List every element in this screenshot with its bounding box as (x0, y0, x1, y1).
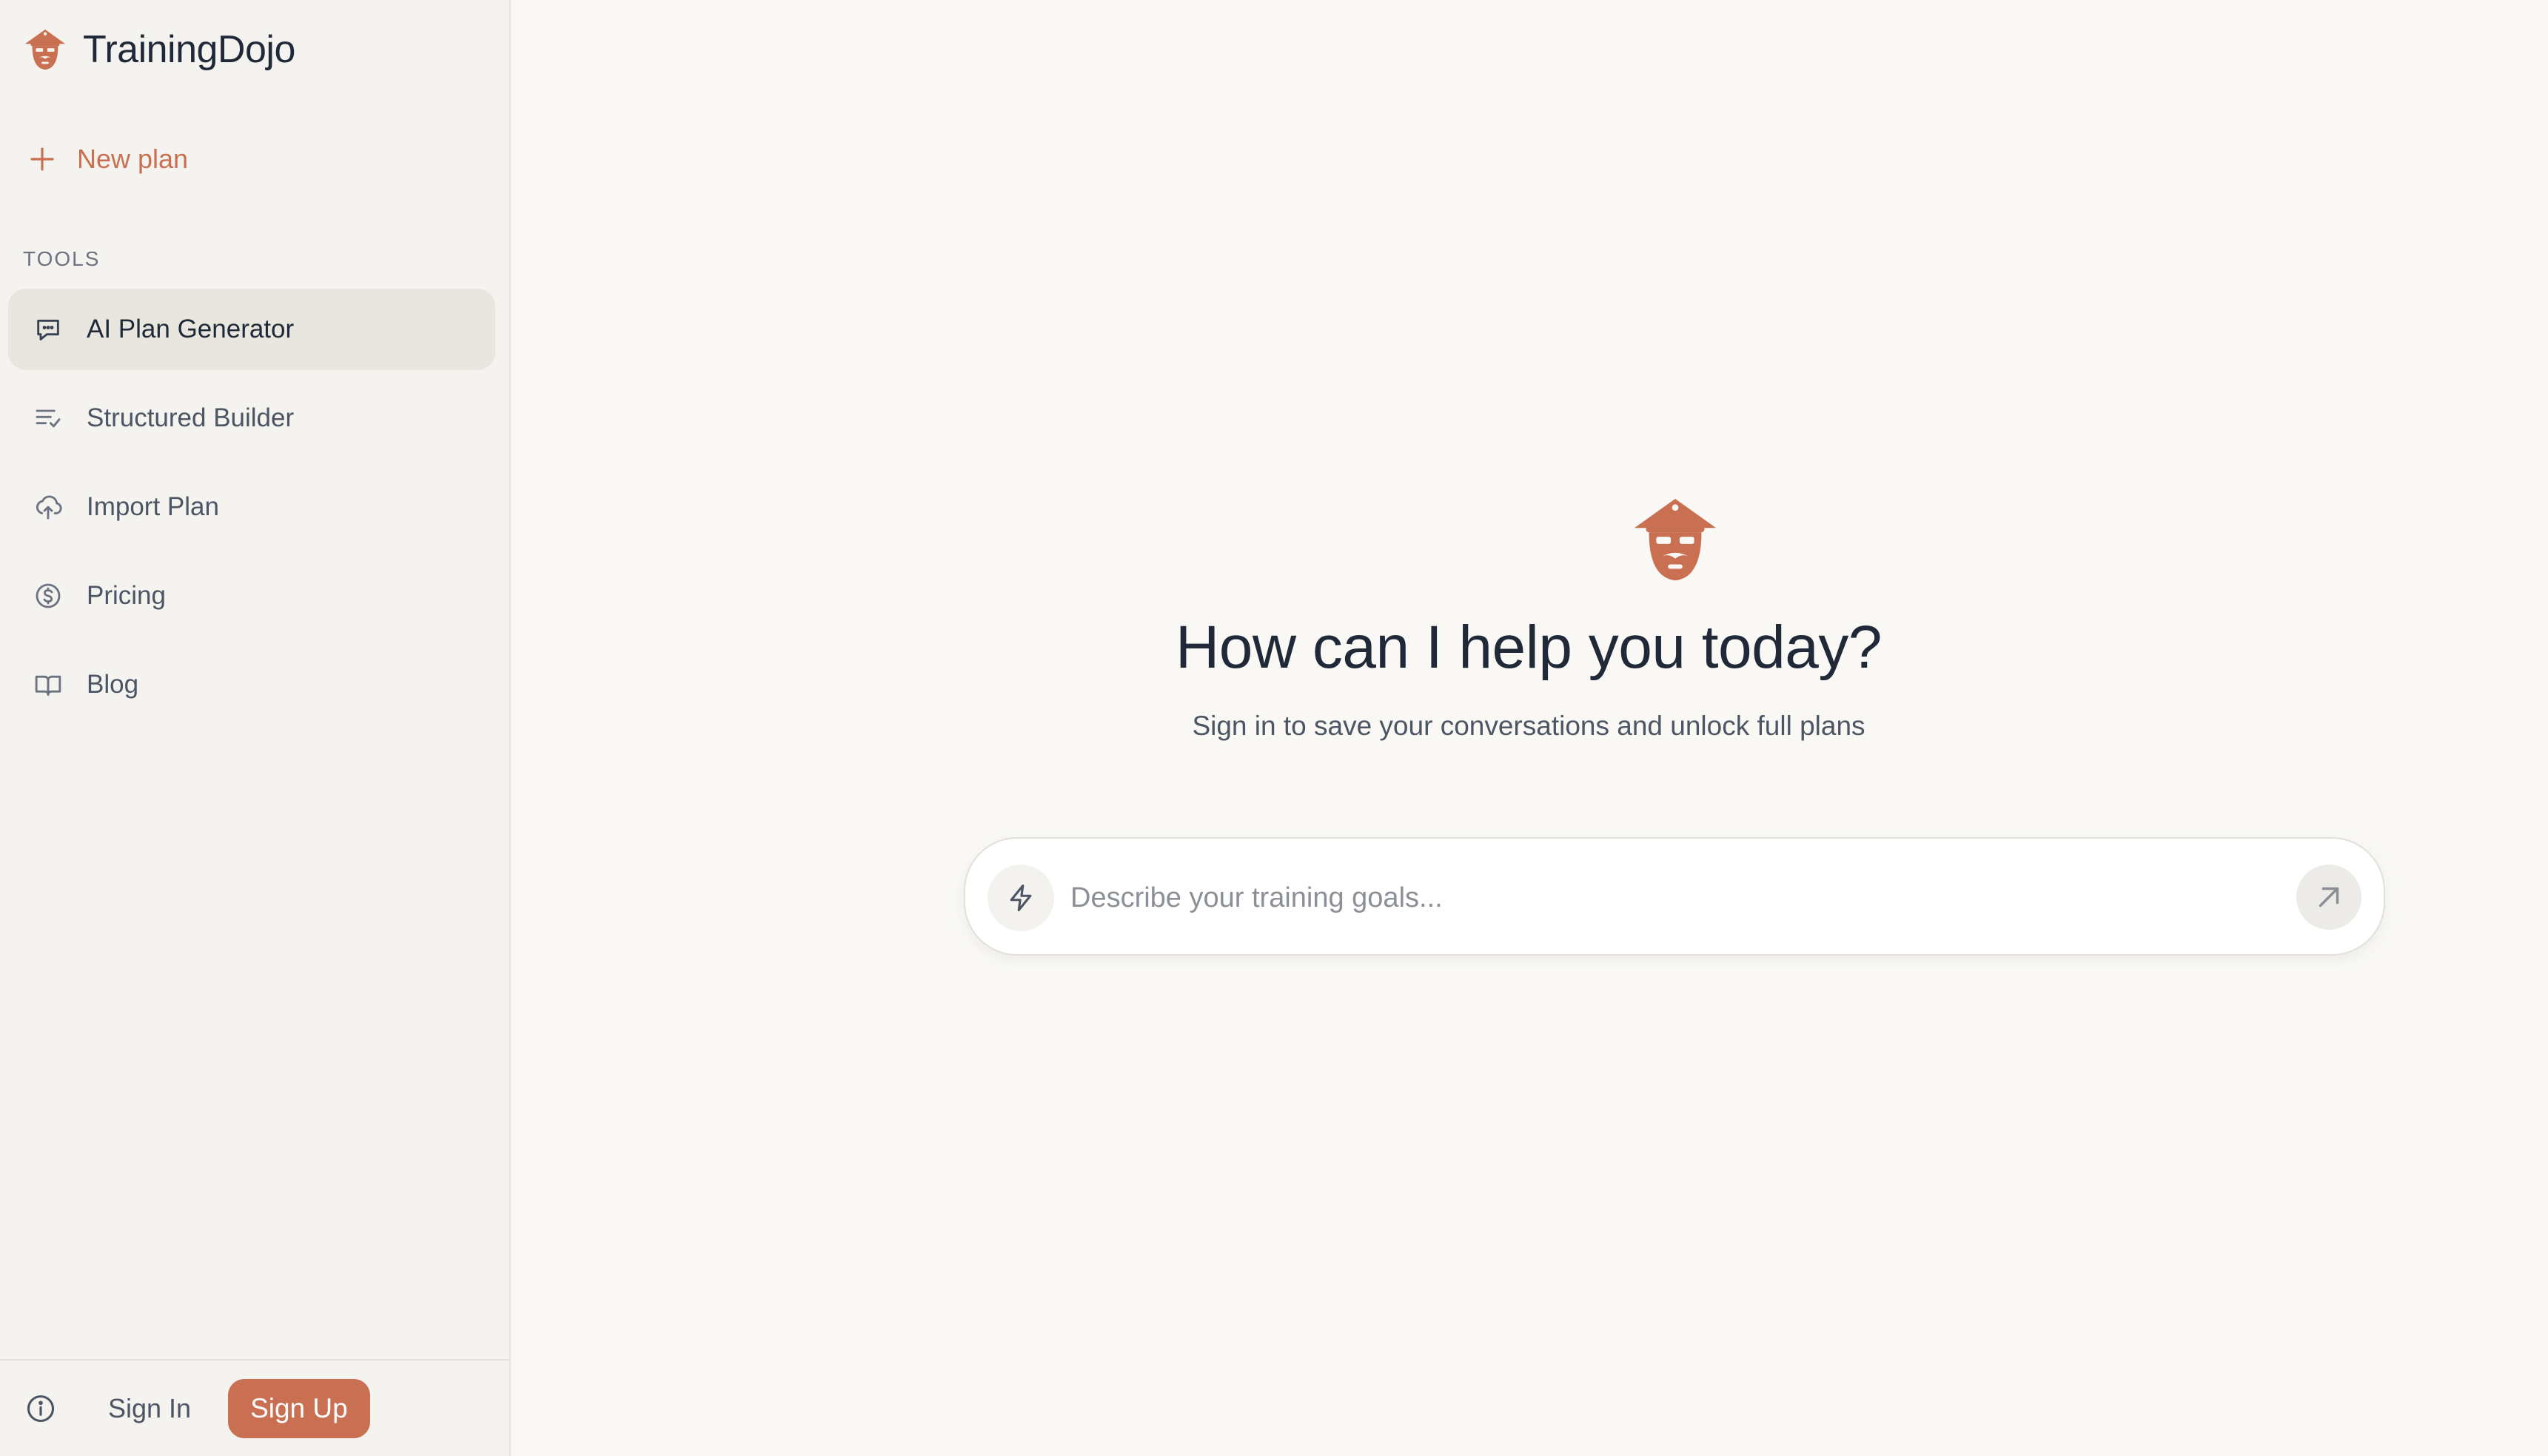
app-root: TrainingDojo New plan TOOLS AI Plan Gene… (0, 0, 2548, 1456)
new-plan-label: New plan (77, 144, 189, 174)
open-book-icon (32, 668, 64, 701)
sidebar-item-import-plan[interactable]: Import Plan (8, 466, 495, 548)
sidebar-item-label: AI Plan Generator (87, 315, 295, 343)
sidebar-item-label: Blog (87, 670, 139, 699)
cloud-upload-icon (32, 491, 64, 523)
tools-section-label: TOOLS (23, 247, 101, 270)
sidebar-item-blog[interactable]: Blog (8, 644, 495, 725)
info-button[interactable] (22, 1390, 59, 1427)
brand[interactable]: TrainingDojo (22, 24, 295, 76)
tools-nav: AI Plan Generator Structured Builder Imp… (8, 289, 495, 733)
page-subtitle: Sign in to save your conversations and u… (1192, 711, 1865, 741)
sign-in-button[interactable]: Sign In (108, 1393, 191, 1424)
dojo-master-hero-icon (1634, 498, 1717, 581)
chat-composer (964, 837, 2385, 956)
sidebar-footer: Sign In Sign Up (0, 1359, 509, 1456)
brand-name: TrainingDojo (83, 28, 295, 71)
plus-icon (30, 147, 54, 171)
list-check-icon (32, 402, 64, 435)
info-icon (27, 1395, 55, 1422)
dollar-circle-icon (32, 580, 64, 612)
sidebar-item-structured-builder[interactable]: Structured Builder (8, 378, 495, 459)
chat-bubble-icon (32, 313, 64, 346)
sidebar-item-ai-plan-generator[interactable]: AI Plan Generator (8, 289, 495, 370)
sidebar-item-label: Structured Builder (87, 403, 295, 432)
sign-up-button[interactable]: Sign Up (228, 1378, 370, 1438)
main-content: How can I help you today? Sign in to sav… (511, 0, 2548, 1456)
arrow-up-right-icon (2319, 887, 2339, 908)
sidebar-item-pricing[interactable]: Pricing (8, 555, 495, 637)
new-plan-button[interactable]: New plan (27, 133, 188, 185)
sidebar-item-label: Import Plan (87, 492, 219, 521)
mode-button[interactable] (988, 865, 1054, 931)
send-button[interactable] (2296, 865, 2361, 930)
sidebar: TrainingDojo New plan TOOLS AI Plan Gene… (0, 0, 511, 1456)
sidebar-item-label: Pricing (87, 581, 166, 610)
page-title: How can I help you today? (1176, 614, 1882, 681)
training-goals-input[interactable] (1069, 868, 2253, 927)
lightning-icon (1010, 884, 1032, 912)
dojo-master-logo-icon (24, 29, 66, 70)
